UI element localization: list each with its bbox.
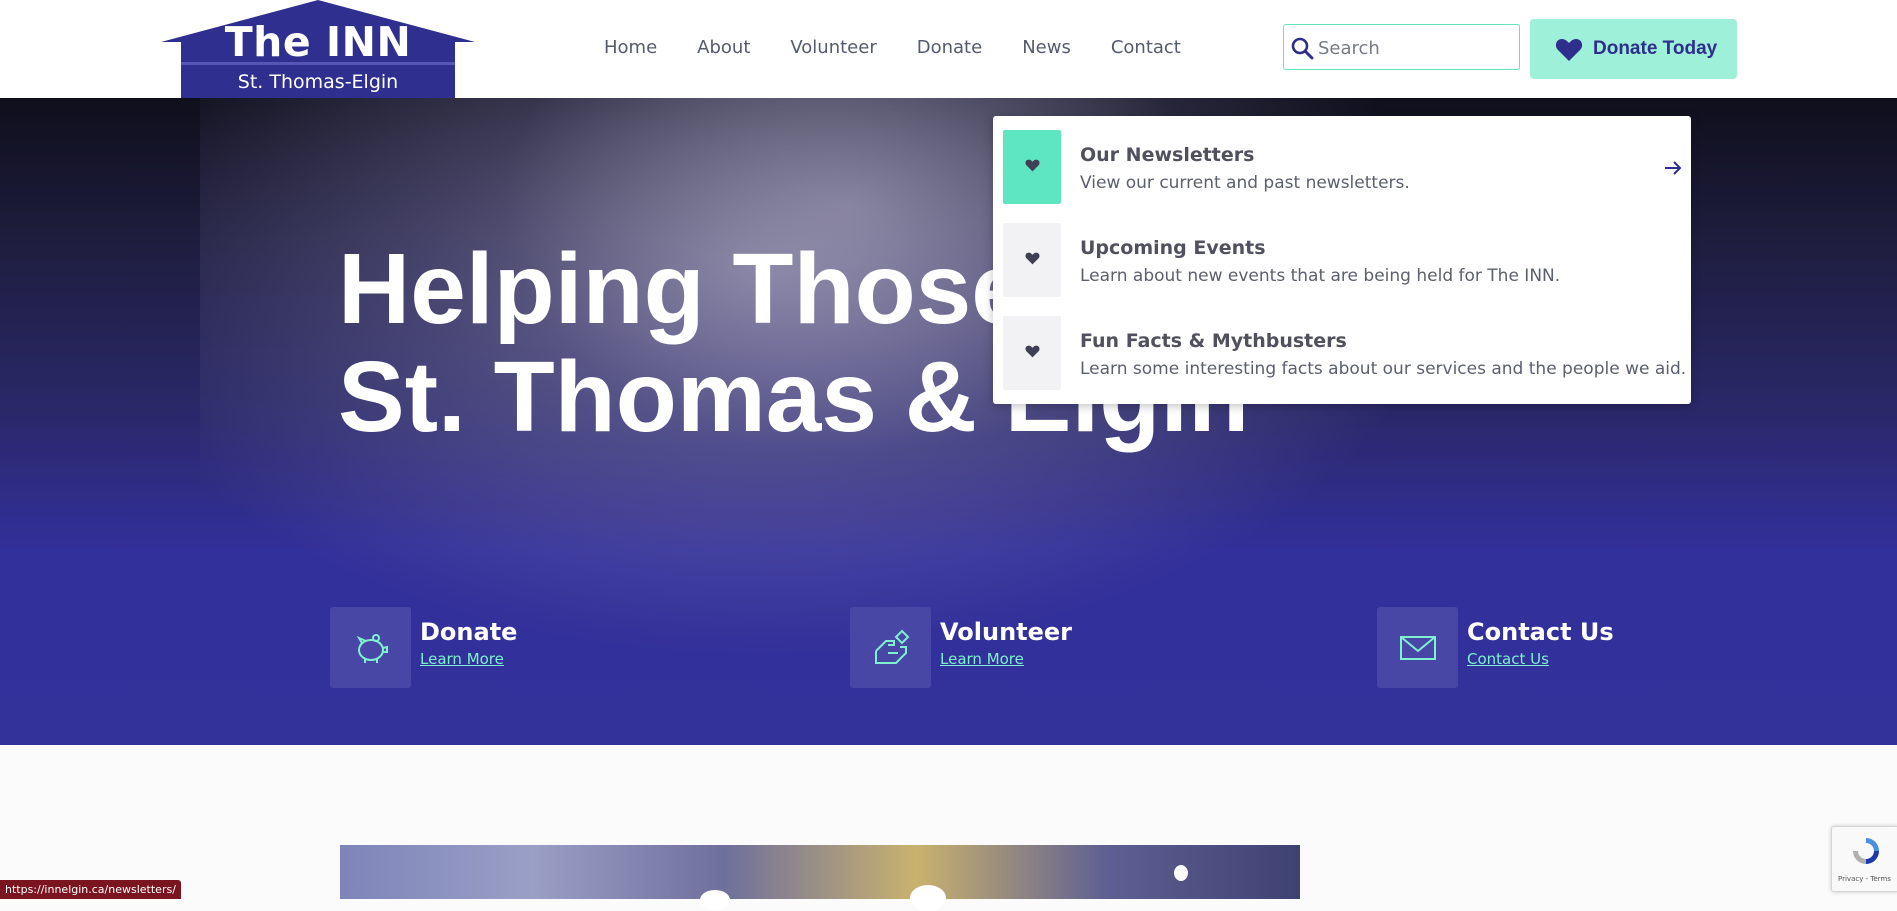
arrow-right-icon	[1665, 161, 1682, 175]
nav-about[interactable]: About	[697, 37, 750, 58]
cta-donate-link[interactable]: Learn More	[420, 650, 504, 668]
dropdown-item-title: Fun Facts & Mythbusters	[1080, 330, 1347, 352]
cta-volunteer-link[interactable]: Learn More	[940, 650, 1024, 668]
nav-home[interactable]: Home	[604, 37, 657, 58]
dropdown-item-title: Our Newsletters	[1080, 144, 1255, 166]
helping-hand-icon	[875, 629, 910, 664]
cta-contact-link[interactable]: Contact Us	[1467, 650, 1549, 668]
donate-today-button[interactable]: Donate Today	[1530, 19, 1737, 79]
dropdown-item-icon-tile	[1003, 130, 1061, 204]
news-dropdown-menu: Our Newsletters View our current and pas…	[993, 116, 1691, 404]
donate-today-label: Donate Today	[1593, 38, 1718, 59]
heart-icon	[1025, 345, 1040, 358]
image-highlight	[700, 890, 730, 910]
cta-contact-title: Contact Us	[1467, 618, 1614, 646]
cta-volunteer-title: Volunteer	[940, 618, 1073, 646]
cta-donate-title: Donate	[420, 618, 518, 646]
dropdown-item-description: View our current and past newsletters.	[1080, 173, 1410, 193]
nav-contact[interactable]: Contact	[1111, 37, 1181, 58]
heart-icon	[1025, 252, 1040, 265]
heart-icon	[1555, 39, 1583, 61]
cta-donate-tile[interactable]	[330, 607, 411, 688]
heart-icon	[1025, 159, 1040, 172]
recaptcha-text[interactable]: Privacy - Terms	[1838, 875, 1891, 883]
dropdown-item-description: Learn about new events that are being he…	[1080, 266, 1561, 286]
site-header: The INN St. Thomas-Elgin Home About Volu…	[0, 0, 1897, 98]
dropdown-item-description: Learn some interesting facts about our s…	[1080, 359, 1687, 379]
logo-title: The INN	[224, 18, 412, 66]
featured-image	[340, 845, 1300, 911]
envelope-icon	[1400, 636, 1436, 660]
dropdown-item-title: Upcoming Events	[1080, 237, 1266, 259]
cta-contact-tile[interactable]	[1377, 607, 1458, 688]
site-logo[interactable]: The INN St. Thomas-Elgin	[161, 0, 475, 98]
logo-subtitle: St. Thomas-Elgin	[237, 71, 399, 93]
search-icon	[1291, 37, 1314, 60]
nav-news[interactable]: News	[1022, 37, 1071, 58]
dropdown-item-icon-tile	[1003, 316, 1061, 390]
recaptcha-badge[interactable]: Privacy - Terms	[1831, 826, 1897, 892]
search-box[interactable]	[1283, 24, 1520, 70]
piggy-bank-icon	[356, 634, 388, 663]
cta-volunteer-tile[interactable]	[850, 607, 931, 688]
browser-status-url: https://innelgin.ca/newsletters/	[0, 880, 181, 899]
nav-volunteer[interactable]: Volunteer	[790, 37, 876, 58]
search-input[interactable]	[1316, 33, 1516, 63]
dropdown-item-icon-tile	[1003, 223, 1061, 297]
recaptcha-icon	[1853, 838, 1879, 864]
image-highlight	[1174, 865, 1188, 881]
dropdown-item-fun-facts[interactable]: Fun Facts & Mythbusters Learn some inter…	[1003, 316, 1687, 390]
nav-donate[interactable]: Donate	[917, 37, 982, 58]
image-highlight	[910, 885, 946, 911]
dropdown-item-newsletters[interactable]: Our Newsletters View our current and pas…	[1003, 130, 1683, 204]
main-nav: Home About Volunteer Donate News Contact	[604, 37, 1221, 58]
dropdown-item-events[interactable]: Upcoming Events Learn about new events t…	[1003, 223, 1683, 297]
